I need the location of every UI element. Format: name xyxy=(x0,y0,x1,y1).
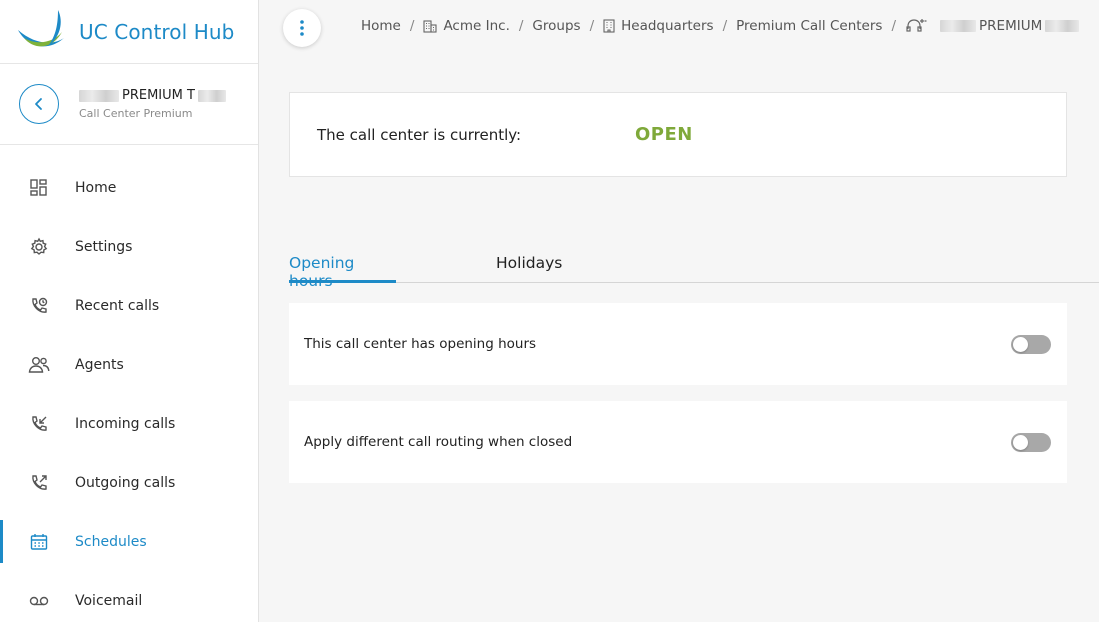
office-building-icon xyxy=(603,19,615,33)
sidebar-item-recent-calls[interactable]: Recent calls xyxy=(0,276,258,335)
status-card: The call center is currently: OPEN xyxy=(289,92,1067,177)
redacted-text xyxy=(940,20,977,32)
toggle-knob xyxy=(1013,336,1028,352)
sidebar-item-label: Incoming calls xyxy=(75,415,176,432)
dashboard-icon xyxy=(28,177,50,199)
kebab-menu-icon xyxy=(300,20,304,36)
breadcrumb-label: Acme Inc. xyxy=(443,18,510,34)
incoming-call-icon xyxy=(28,413,50,435)
breadcrumb-label: Premium Call Centers xyxy=(736,18,883,34)
breadcrumb-separator: / xyxy=(722,18,728,34)
opening-hours-option: This call center has opening hours xyxy=(289,303,1067,385)
breadcrumb-groups[interactable]: Groups xyxy=(532,18,580,34)
schedule-tabs: Opening hours Holidays xyxy=(289,250,1099,290)
headset-plus-icon xyxy=(906,19,927,32)
back-button[interactable] xyxy=(19,84,59,124)
more-menu-button[interactable] xyxy=(283,9,321,47)
breadcrumb-headquarters[interactable]: Headquarters xyxy=(603,18,714,34)
tab-holidays[interactable]: Holidays xyxy=(496,250,562,283)
sidebar-item-label: Settings xyxy=(75,238,133,255)
redacted-text xyxy=(79,89,119,102)
breadcrumb-separator: / xyxy=(518,18,524,34)
voicemail-icon xyxy=(28,590,50,612)
sidebar: UC Control Hub PREMIUM T Call Center Pre… xyxy=(0,0,259,622)
breadcrumb-label: Headquarters xyxy=(621,18,714,34)
sidebar-item-incoming-calls[interactable]: Incoming calls xyxy=(0,394,258,453)
breadcrumb-label: Home xyxy=(361,18,401,34)
sidebar-item-voicemail[interactable]: Voicemail xyxy=(0,571,258,622)
breadcrumb-current: PREMIUM xyxy=(905,18,1080,34)
entity-header: PREMIUM T Call Center Premium xyxy=(0,64,258,145)
option-label: This call center has opening hours xyxy=(304,336,537,352)
redacted-text xyxy=(197,89,226,102)
breadcrumb-current-label: PREMIUM xyxy=(979,18,1043,34)
breadcrumb-company[interactable]: Acme Inc. xyxy=(423,18,510,34)
breadcrumb-separator: / xyxy=(589,18,595,34)
sidebar-item-label: Outgoing calls xyxy=(75,474,176,491)
entity-subtitle: Call Center Premium xyxy=(79,107,193,120)
option-label: Apply different call routing when closed xyxy=(304,434,573,450)
building-icon xyxy=(423,19,437,33)
sidebar-item-label: Schedules xyxy=(75,533,147,550)
sidebar-item-agents[interactable]: Agents xyxy=(0,335,258,394)
entity-name-text: PREMIUM T xyxy=(122,88,195,103)
status-value: OPEN xyxy=(635,124,693,145)
agents-icon xyxy=(28,354,50,376)
brand-logo-icon xyxy=(18,9,64,46)
status-label: The call center is currently: xyxy=(317,125,522,144)
opening-hours-toggle[interactable] xyxy=(1011,334,1051,354)
chevron-left-icon xyxy=(35,98,42,110)
tab-opening-hours[interactable]: Opening hours xyxy=(289,250,396,290)
sidebar-item-home[interactable]: Home xyxy=(0,158,258,217)
outgoing-call-icon xyxy=(28,472,50,494)
app-title: UC Control Hub xyxy=(79,19,235,44)
calendar-icon xyxy=(28,531,50,553)
sidebar-item-settings[interactable]: Settings xyxy=(0,217,258,276)
sidebar-item-outgoing-calls[interactable]: Outgoing calls xyxy=(0,453,258,512)
breadcrumb: Home / Acme Inc. / Groups / Headquarters… xyxy=(361,18,1080,34)
sidebar-item-label: Agents xyxy=(75,356,124,373)
breadcrumb-home[interactable]: Home xyxy=(361,18,401,34)
brand-header: UC Control Hub xyxy=(0,0,258,64)
sidebar-item-label: Home xyxy=(75,179,117,196)
breadcrumb-separator: / xyxy=(891,18,897,34)
breadcrumb-label: Groups xyxy=(532,18,581,34)
sidebar-item-label: Recent calls xyxy=(75,297,160,314)
breadcrumb-separator: / xyxy=(409,18,415,34)
recent-calls-icon xyxy=(28,295,50,317)
sidebar-nav: Home Settings Recent calls Agents Incomi… xyxy=(0,145,258,622)
breadcrumb-premium-call-centers[interactable]: Premium Call Centers xyxy=(736,18,882,34)
closed-routing-option: Apply different call routing when closed xyxy=(289,401,1067,483)
closed-routing-toggle[interactable] xyxy=(1011,432,1051,452)
entity-name: PREMIUM T xyxy=(79,88,226,103)
redacted-text xyxy=(1045,20,1080,32)
gear-icon xyxy=(28,236,50,258)
sidebar-item-schedules[interactable]: Schedules xyxy=(0,512,258,571)
toggle-knob xyxy=(1013,434,1028,450)
sidebar-item-label: Voicemail xyxy=(75,592,143,609)
